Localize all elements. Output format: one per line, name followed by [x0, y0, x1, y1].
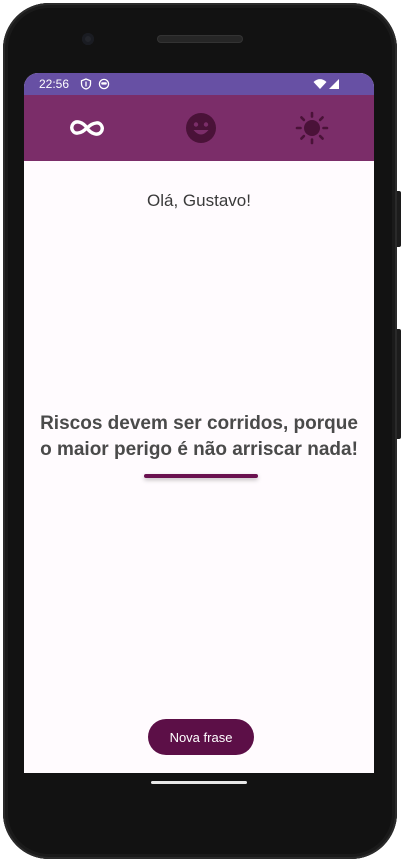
greeting-text: Olá, Gustavo! — [147, 191, 251, 210]
earpiece-speaker — [157, 35, 243, 43]
quote-divider — [144, 474, 258, 478]
power-button — [397, 191, 401, 247]
status-time: 22:56 — [39, 77, 70, 91]
phone-frame: 22:56 Olá, Gustavo! Riscos devem ser cor… — [3, 3, 401, 859]
top-tab-bar — [24, 95, 374, 161]
quote-text: Riscos devem ser corridos, porque o maio… — [40, 413, 358, 460]
volume-button — [397, 329, 401, 439]
new-phrase-button[interactable]: Nova frase — [148, 719, 254, 755]
front-camera — [82, 33, 94, 45]
home-gesture-bar[interactable] — [151, 781, 247, 784]
tab-infinity[interactable] — [65, 106, 109, 150]
signal-icon — [329, 79, 339, 89]
status-bar: 22:56 — [24, 73, 374, 95]
tab-mood[interactable] — [179, 106, 223, 150]
tab-theme[interactable] — [290, 106, 334, 150]
app-screen: 22:56 Olá, Gustavo! Riscos devem ser cor… — [24, 73, 374, 773]
sun-icon — [295, 111, 329, 145]
wifi-icon — [313, 79, 327, 89]
smiley-icon — [186, 113, 216, 143]
face-icon — [98, 78, 110, 90]
shield-icon — [80, 78, 92, 90]
infinity-icon — [70, 120, 104, 136]
